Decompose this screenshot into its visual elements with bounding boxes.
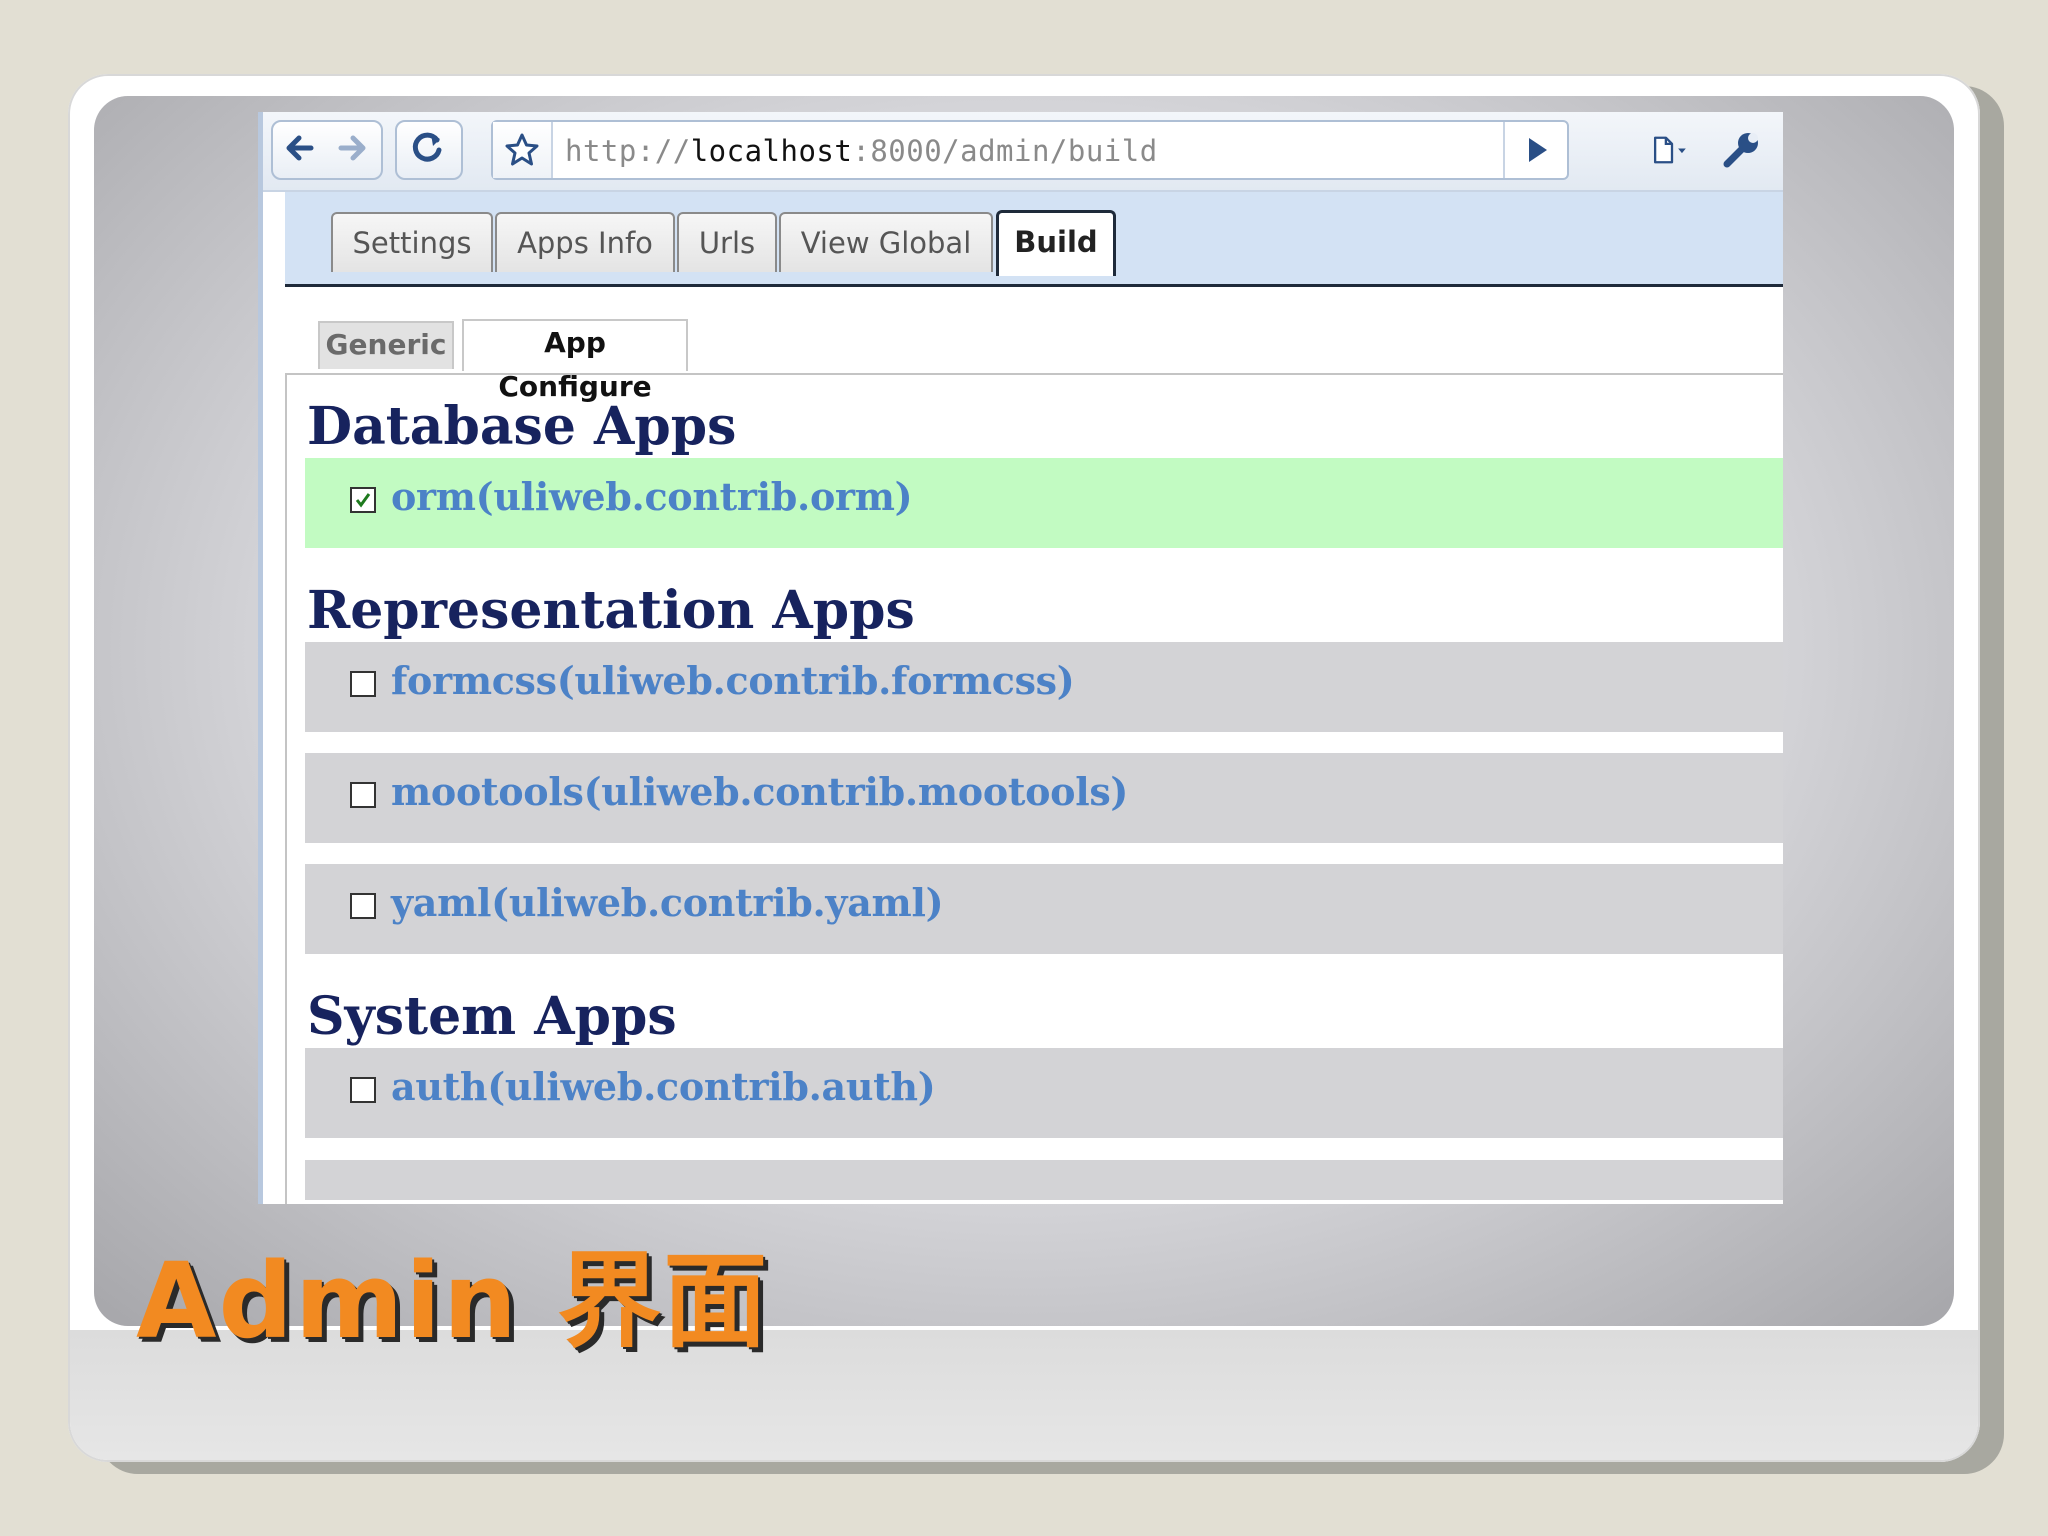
section-heading-system-apps: System Apps — [307, 986, 677, 1047]
subtab-app-configure[interactable]: App Configure — [462, 319, 688, 403]
app-checkbox-orm[interactable] — [350, 487, 376, 513]
tab-settings[interactable]: Settings — [331, 212, 493, 272]
subtab-generic[interactable]: Generic — [318, 321, 454, 369]
app-row-mootools[interactable]: mootools(uliweb.contrib.mootools) — [305, 753, 1783, 843]
section-heading-representation-apps: Representation Apps — [307, 580, 915, 641]
checkmark-icon — [355, 493, 371, 508]
sub-tab-bar: Generic App Configure — [285, 287, 1783, 403]
app-link-mootools[interactable]: mootools(uliweb.contrib.mootools) — [391, 769, 1128, 814]
app-link-orm[interactable]: orm(uliweb.contrib.orm) — [391, 474, 913, 519]
reload-button[interactable] — [395, 120, 463, 180]
url-scheme: http:// — [565, 134, 691, 168]
url-host: localhost — [690, 134, 853, 168]
section-heading-database-apps: Database Apps — [307, 396, 737, 457]
tab-build[interactable]: Build — [996, 210, 1116, 276]
bookmark-star-button[interactable] — [493, 122, 553, 178]
wrench-icon — [1723, 133, 1758, 168]
app-checkbox-formcss[interactable] — [350, 671, 376, 697]
app-row-formcss[interactable]: formcss(uliweb.contrib.formcss) — [305, 642, 1783, 732]
address-bar[interactable]: http://localhost:8000/admin/build — [491, 120, 1569, 180]
forward-button[interactable] — [329, 126, 375, 170]
app-row-yaml[interactable]: yaml(uliweb.contrib.yaml) — [305, 864, 1783, 954]
back-arrow-icon — [286, 135, 314, 161]
main-tab-bar: Settings Apps Info Urls View Global Buil… — [285, 192, 1783, 287]
app-checkbox-mootools[interactable] — [350, 782, 376, 808]
go-button[interactable] — [1503, 122, 1567, 178]
history-nav-group — [271, 120, 383, 180]
tab-view-global[interactable]: View Global — [779, 212, 993, 272]
tab-apps-info[interactable]: Apps Info — [495, 212, 675, 272]
go-icon — [1529, 138, 1547, 162]
app-configure-panel: Database Apps orm(uliweb.contrib.orm) Re… — [285, 374, 1783, 1204]
url-path: :8000/admin/build — [852, 134, 1158, 168]
app-row-auth[interactable]: auth(uliweb.contrib.auth) — [305, 1048, 1783, 1138]
app-checkbox-yaml[interactable] — [350, 893, 376, 919]
app-link-yaml[interactable]: yaml(uliweb.contrib.yaml) — [391, 880, 944, 925]
app-link-formcss[interactable]: formcss(uliweb.contrib.formcss) — [391, 658, 1075, 703]
reload-icon — [412, 132, 442, 162]
tab-urls[interactable]: Urls — [677, 212, 777, 272]
forward-arrow-icon — [338, 135, 366, 161]
slide-title: Admin 界面 — [136, 1240, 770, 1362]
page-menu-button[interactable] — [1649, 128, 1709, 172]
app-link-auth[interactable]: auth(uliweb.contrib.auth) — [391, 1064, 936, 1109]
app-row-orm[interactable]: orm(uliweb.contrib.orm) — [305, 458, 1783, 548]
app-checkbox-auth[interactable] — [350, 1077, 376, 1103]
app-row-cutoff — [305, 1160, 1783, 1200]
star-icon — [505, 133, 539, 166]
page-icon — [1653, 136, 1686, 164]
browser-window: http://localhost:8000/admin/build Settin… — [258, 112, 1783, 1204]
tools-menu-button[interactable] — [1719, 128, 1765, 172]
url-text: http://localhost:8000/admin/build — [565, 134, 1158, 168]
browser-toolbar: http://localhost:8000/admin/build — [263, 112, 1783, 192]
back-button[interactable] — [277, 126, 323, 170]
